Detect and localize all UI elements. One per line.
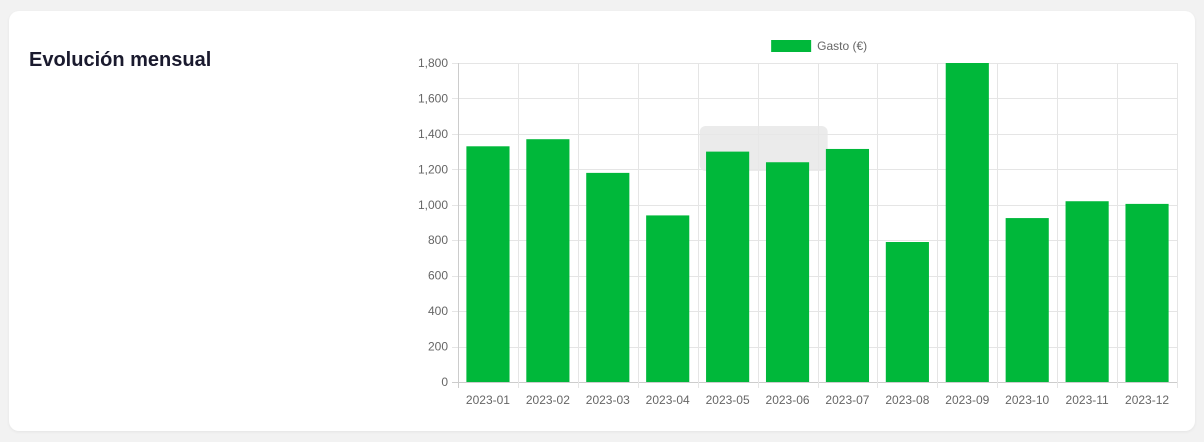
y-axis-ticks: 0 200 400 600 800 1,000 1,200 1,400 1,600 1,800 (418, 56, 448, 389)
bar-2023-02[interactable] (526, 139, 570, 382)
bar-2023-12[interactable] (1125, 203, 1169, 382)
bar-2023-11[interactable] (1065, 201, 1109, 382)
y-tick-label: 400 (428, 304, 448, 318)
legend-label[interactable]: Gasto (€) (817, 39, 867, 53)
bar-2023-10[interactable] (1005, 218, 1049, 382)
legend[interactable]: Gasto (€) (771, 39, 867, 53)
y-tick-label: 1,600 (418, 91, 448, 105)
y-tick-label: 600 (428, 269, 448, 283)
x-tick-label: 2023-12 (1125, 393, 1169, 407)
y-tick-label: 800 (428, 233, 448, 247)
bar-2023-01[interactable] (466, 146, 510, 382)
x-tick-label: 2023-05 (706, 393, 750, 407)
bar-2023-08[interactable] (885, 241, 929, 382)
x-tick-label: 2023-02 (526, 393, 570, 407)
bar-chart: 0 200 400 600 800 1,000 1,200 1,400 1,600 1,800 2… (418, 39, 1178, 407)
bar-2023-09[interactable] (945, 63, 989, 382)
bars (466, 63, 1169, 382)
bar-2023-04[interactable] (646, 215, 690, 382)
y-tick-label: 1,800 (418, 56, 448, 70)
x-tick-label: 2023-11 (1066, 393, 1109, 407)
x-tick-label: 2023-01 (466, 393, 510, 407)
y-tick-label: 0 (441, 375, 448, 389)
bar-2023-05[interactable] (706, 151, 750, 382)
bar-2023-07[interactable] (825, 148, 870, 382)
x-axis-ticks: 2023-01 2023-02 2023-03 2023-04 2023-05 2023-… (466, 393, 1169, 407)
x-tick-label: 2023-03 (586, 393, 630, 407)
x-tick-label: 2023-10 (1005, 393, 1049, 407)
y-tick-label: 1,000 (418, 198, 448, 212)
bar-2023-03[interactable] (586, 172, 630, 382)
x-tick-label: 2023-07 (825, 393, 869, 407)
bar-2023-06[interactable] (765, 162, 810, 382)
y-tick-label: 1,400 (418, 127, 448, 141)
x-tick-label: 2023-09 (945, 393, 989, 407)
x-tick-label: 2023-04 (646, 393, 690, 407)
y-tick-label: 1,200 (418, 162, 448, 176)
x-tick-label: 2023-06 (766, 393, 810, 407)
x-tick-label: 2023-08 (885, 393, 929, 407)
chart-card: Evolución mensual 0 200 400 600 800 1,000 1,20… (9, 11, 1195, 431)
y-tick-label: 200 (428, 340, 448, 354)
legend-swatch[interactable] (771, 40, 812, 52)
